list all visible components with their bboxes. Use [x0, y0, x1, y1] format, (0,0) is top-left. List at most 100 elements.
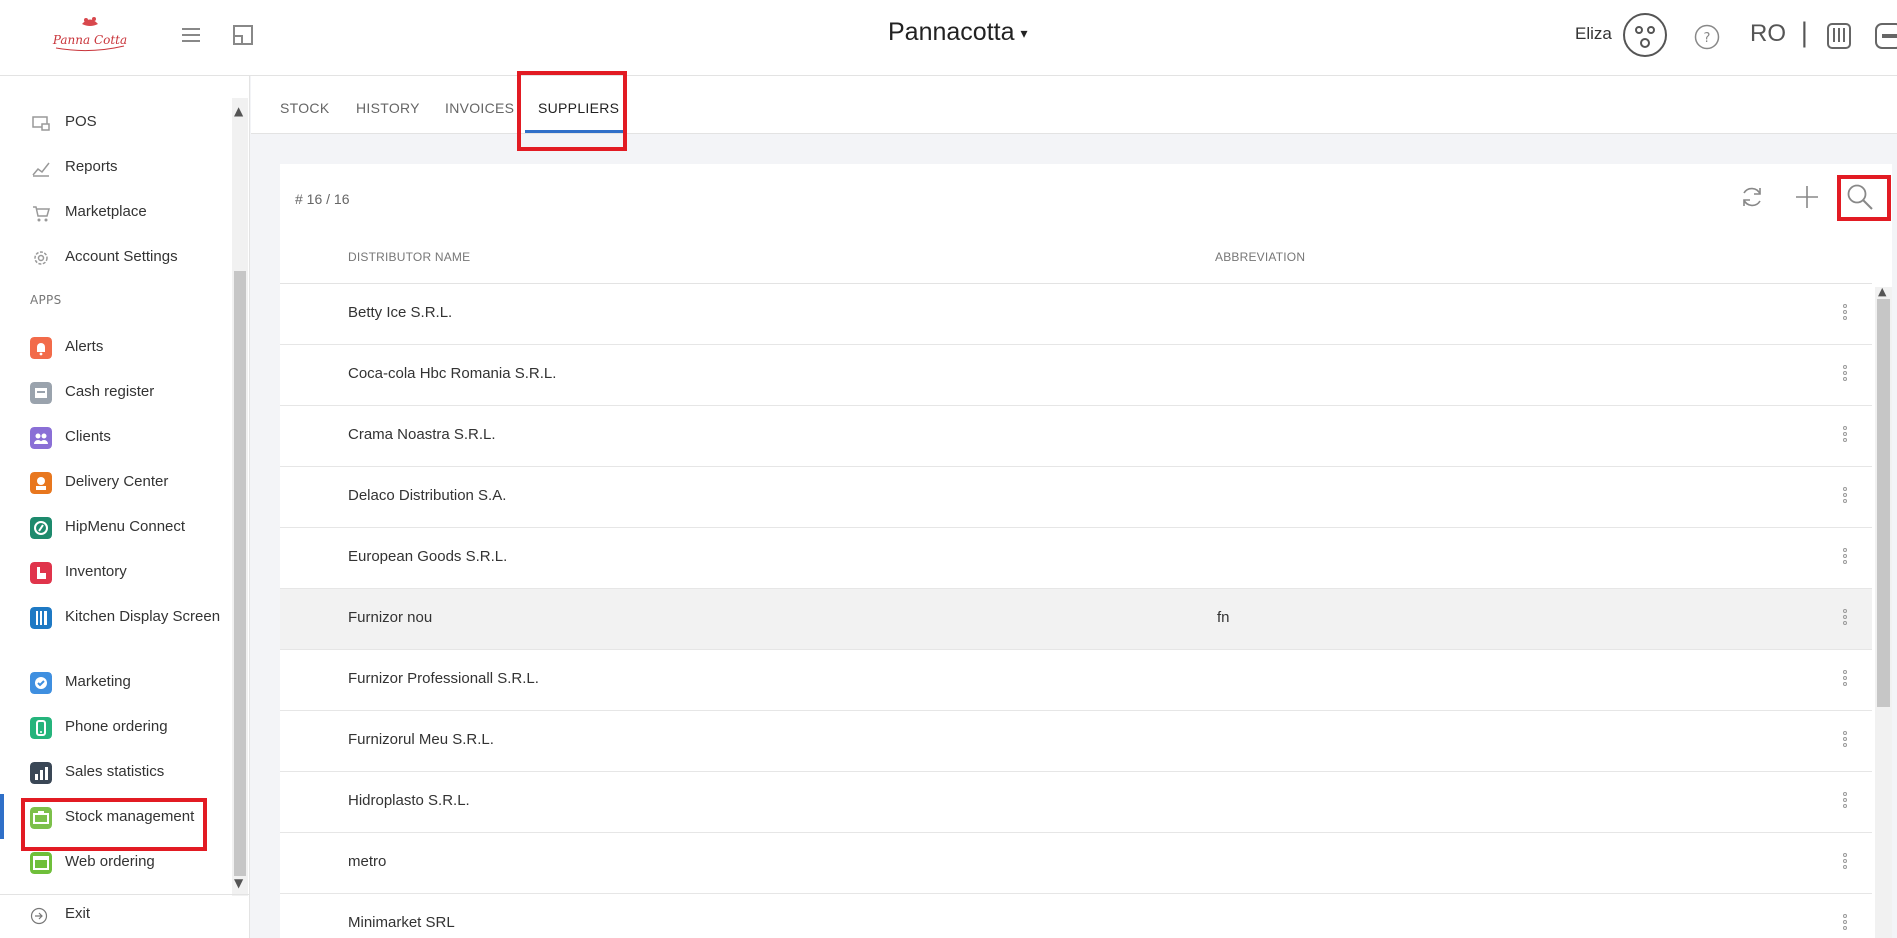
svg-text:?: ?: [1704, 31, 1711, 46]
more-options-icon[interactable]: [1840, 668, 1850, 692]
top-header: Panna Cotta Pannacotta ▾ Eliza ? RO |: [0, 0, 1897, 76]
table-row[interactable]: Hidroplasto S.R.L.: [280, 772, 1872, 833]
supplier-name: Furnizor nou: [348, 609, 433, 626]
apps-heading: APPS: [30, 293, 62, 307]
hipmenu-icon: [30, 517, 52, 539]
pos-icon: [32, 116, 50, 131]
panna-cotta-logo[interactable]: Panna Cotta: [48, 14, 132, 54]
delivery-icon: [30, 472, 52, 494]
marketing-icon: [30, 672, 52, 694]
sidebar-item-label: Alerts: [65, 338, 104, 355]
column-header-abbreviation[interactable]: ABBREVIATION: [1215, 250, 1305, 264]
table-row[interactable]: Delaco Distribution S.A.: [280, 467, 1872, 528]
more-options-icon[interactable]: [1840, 729, 1850, 753]
sidebar-scrollbar-thumb[interactable]: [234, 271, 246, 876]
supplier-abbreviation: fn: [1217, 609, 1230, 626]
clients-icon: [30, 427, 52, 449]
chevron-down-icon: ▾: [1020, 24, 1028, 41]
reports-icon: [32, 162, 50, 177]
table-row[interactable]: Furnizor nou fn: [280, 589, 1872, 650]
sidebar-item-label: Kitchen Display Screen: [65, 608, 221, 625]
column-header-distributor-name[interactable]: DISTRIBUTOR NAME: [348, 250, 470, 264]
tab-suppliers[interactable]: SUPPLIERS: [538, 100, 619, 116]
table-scrollbar-thumb[interactable]: [1877, 299, 1890, 707]
fullscreen-icon[interactable]: [232, 24, 254, 46]
search-icon[interactable]: [1845, 182, 1875, 212]
table-row[interactable]: Coca-cola Hbc Romania S.R.L.: [280, 345, 1872, 406]
table-row[interactable]: European Goods S.R.L.: [280, 528, 1872, 589]
supplier-name: Betty Ice S.R.L.: [348, 304, 453, 321]
more-options-icon[interactable]: [1840, 851, 1850, 875]
scroll-down-icon[interactable]: ▼: [234, 876, 243, 890]
terminal-icon[interactable]: [1826, 22, 1852, 50]
statistics-icon: [30, 762, 52, 784]
more-options-icon[interactable]: [1840, 424, 1850, 448]
bell-icon: [30, 337, 52, 359]
active-tab-underline: [525, 130, 625, 133]
inventory-icon: [30, 562, 52, 584]
cash-register-icon: [30, 382, 52, 404]
record-count: # 16 / 16: [295, 191, 350, 207]
more-options-icon[interactable]: [1840, 607, 1850, 631]
stock-icon: [30, 807, 52, 829]
exit-icon: [30, 907, 48, 925]
sidebar-item-label: Clients: [65, 428, 111, 445]
supplier-name: Coca-cola Hbc Romania S.R.L.: [348, 365, 557, 382]
more-options-icon[interactable]: [1840, 302, 1850, 326]
venue-name: Pannacotta: [888, 18, 1015, 46]
tab-stock[interactable]: STOCK: [280, 100, 329, 116]
scroll-up-icon[interactable]: ▲: [234, 104, 243, 118]
svg-text:Panna Cotta: Panna Cotta: [52, 33, 127, 47]
more-options-icon[interactable]: [1840, 546, 1850, 570]
supplier-name: European Goods S.R.L.: [348, 548, 508, 565]
phone-icon: [30, 717, 52, 739]
avatar-icon[interactable]: [1622, 12, 1668, 58]
sidebar-item-label: Stock management: [65, 808, 195, 825]
supplier-name: Furnizor Professionall S.R.L.: [348, 670, 539, 687]
gear-icon: [34, 251, 48, 265]
sidebar-item-label: POS: [65, 113, 97, 130]
suppliers-panel: # 16 / 16 DISTRIBUTOR NAME ABBREVIATION …: [280, 164, 1892, 938]
sidebar-item-label: Inventory: [65, 563, 127, 580]
table-row[interactable]: Furnizorul Meu S.R.L.: [280, 711, 1872, 772]
logout-icon[interactable]: [1874, 22, 1897, 50]
table-row[interactable]: Betty Ice S.R.L.: [280, 284, 1872, 345]
sidebar-item-label: Cash register: [65, 383, 155, 400]
more-options-icon[interactable]: [1840, 790, 1850, 814]
supplier-name: Minimarket SRL: [348, 914, 455, 931]
add-icon[interactable]: [1792, 182, 1822, 212]
supplier-name: Delaco Distribution S.A.: [348, 487, 507, 504]
refresh-icon[interactable]: [1737, 182, 1767, 212]
supplier-name: Crama Noastra S.R.L.: [348, 426, 496, 443]
sidebar-item-label: Account Settings: [65, 248, 178, 265]
sidebar-item-label: HipMenu Connect: [65, 518, 186, 535]
exit-label: Exit: [65, 905, 91, 922]
more-options-icon[interactable]: [1840, 363, 1850, 387]
table-row[interactable]: metro: [280, 833, 1872, 894]
cart-icon: [33, 206, 50, 222]
more-options-icon[interactable]: [1840, 485, 1850, 509]
supplier-name: Hidroplasto S.R.L.: [348, 792, 470, 809]
table-scroll-up-icon[interactable]: ▲: [1878, 285, 1886, 298]
language-switch[interactable]: RO: [1750, 20, 1786, 48]
tab-bar: STOCK HISTORY INVOICES SUPPLIERS: [251, 76, 1897, 134]
help-icon[interactable]: ?: [1694, 24, 1720, 50]
user-name: Eliza: [1575, 24, 1612, 43]
venue-selector[interactable]: Pannacotta ▾: [888, 18, 1028, 47]
header-separator: |: [1800, 18, 1809, 48]
tab-history[interactable]: HISTORY: [356, 100, 420, 116]
supplier-name: Furnizorul Meu S.R.L.: [348, 731, 494, 748]
sidebar-nav: POS Reports Marketplace Account Settings…: [0, 76, 232, 892]
sidebar-item-label: Reports: [65, 158, 118, 175]
sidebar-item-label: Sales statistics: [65, 763, 165, 780]
table-row[interactable]: Furnizor Professionall S.R.L.: [280, 650, 1872, 711]
more-options-icon[interactable]: [1840, 912, 1850, 936]
table-row[interactable]: Minimarket SRL: [280, 894, 1872, 938]
sidebar-item-label: Marketplace: [65, 203, 147, 220]
exit-button[interactable]: Exit: [0, 894, 250, 938]
tab-invoices[interactable]: INVOICES: [445, 100, 514, 116]
menu-toggle-icon[interactable]: [180, 24, 202, 46]
table-row[interactable]: Crama Noastra S.R.L.: [280, 406, 1872, 467]
sidebar-item-label: Phone ordering: [65, 718, 168, 735]
suppliers-table: Betty Ice S.R.L. Coca-cola Hbc Romania S…: [280, 283, 1872, 938]
